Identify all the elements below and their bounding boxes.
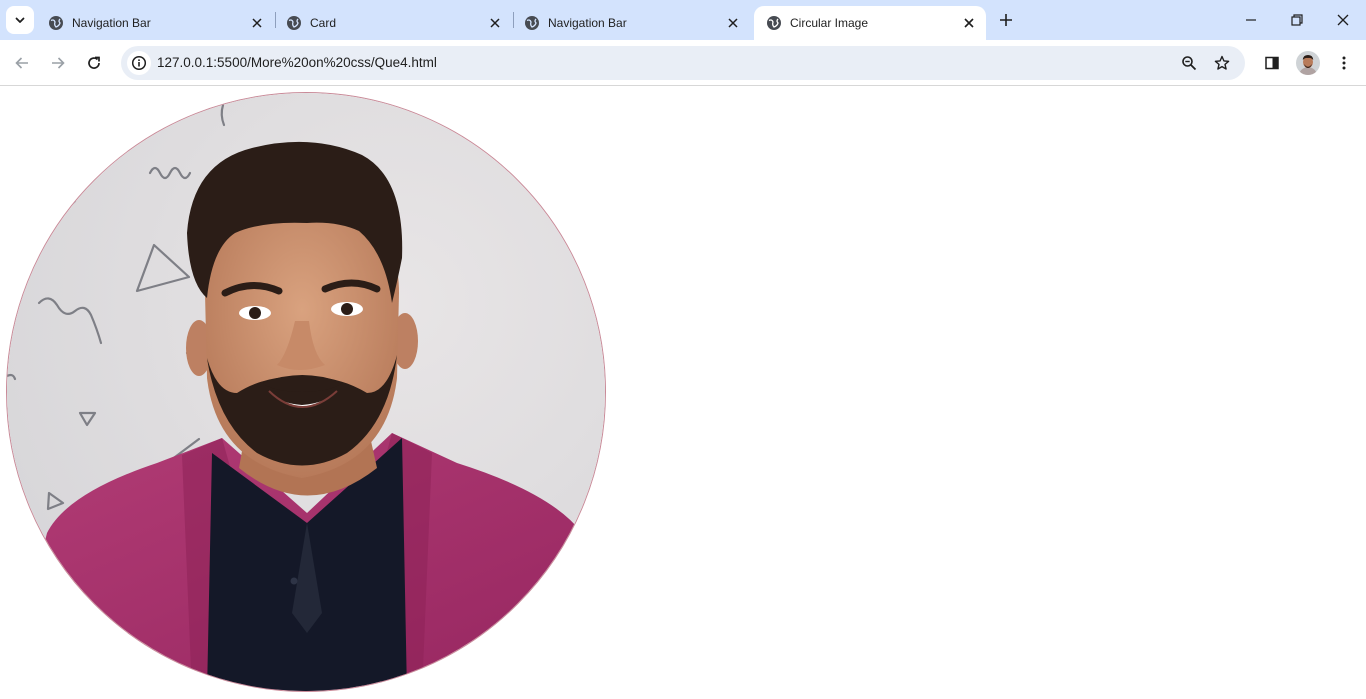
tab-title: Circular Image bbox=[790, 16, 869, 30]
chevron-down-icon bbox=[15, 17, 25, 23]
star-icon bbox=[1214, 55, 1230, 70]
minimize-button[interactable] bbox=[1236, 6, 1266, 34]
menu-button[interactable] bbox=[1330, 49, 1358, 77]
tab-title: Navigation Bar bbox=[72, 16, 151, 30]
globe-icon bbox=[287, 16, 301, 30]
restore-icon bbox=[1291, 14, 1303, 26]
globe-icon bbox=[49, 16, 63, 30]
close-icon[interactable] bbox=[960, 14, 978, 32]
page-viewport bbox=[0, 87, 1366, 699]
circular-profile-image bbox=[6, 92, 606, 692]
minimize-icon bbox=[1246, 19, 1256, 21]
bookmark-button[interactable] bbox=[1210, 51, 1234, 75]
new-tab-button[interactable] bbox=[994, 8, 1018, 32]
globe-icon bbox=[525, 16, 539, 30]
side-panel-icon bbox=[1265, 56, 1279, 70]
url-text[interactable]: 127.0.0.1:5500/More%20on%20css/Que4.html bbox=[157, 55, 437, 70]
portrait-illustration bbox=[7, 93, 605, 691]
tab-navigation-bar-1[interactable]: Navigation Bar bbox=[36, 6, 274, 40]
zoom-out-icon bbox=[1182, 56, 1197, 71]
tab-circular-image[interactable]: Circular Image bbox=[754, 6, 986, 40]
close-icon[interactable] bbox=[724, 14, 742, 32]
reload-icon bbox=[88, 56, 100, 69]
tab-title: Navigation Bar bbox=[548, 16, 627, 30]
close-window-button[interactable] bbox=[1328, 6, 1358, 34]
globe-icon bbox=[767, 16, 781, 30]
reload-button[interactable] bbox=[80, 49, 108, 77]
tab-search-button[interactable] bbox=[6, 6, 34, 34]
forward-button[interactable] bbox=[44, 49, 72, 77]
side-panel-button[interactable] bbox=[1258, 49, 1286, 77]
back-button[interactable] bbox=[8, 49, 36, 77]
close-icon[interactable] bbox=[248, 14, 266, 32]
tab-title: Card bbox=[310, 16, 337, 30]
address-bar[interactable]: 127.0.0.1:5500/More%20on%20css/Que4.html bbox=[121, 46, 1245, 80]
plus-icon bbox=[1000, 14, 1012, 26]
zoom-button[interactable] bbox=[1177, 51, 1201, 75]
tab-navigation-bar-2[interactable]: Navigation Bar bbox=[512, 6, 750, 40]
site-info-button[interactable] bbox=[127, 51, 151, 75]
profile-avatar[interactable] bbox=[1296, 51, 1320, 75]
tab-strip: Navigation Bar Card Navigation Bar Circu… bbox=[0, 0, 1366, 40]
restore-button[interactable] bbox=[1282, 6, 1312, 34]
arrow-left-icon bbox=[15, 57, 28, 69]
close-icon[interactable] bbox=[486, 14, 504, 32]
browser-toolbar: 127.0.0.1:5500/More%20on%20css/Que4.html bbox=[0, 40, 1366, 86]
info-icon bbox=[131, 55, 147, 71]
arrow-right-icon bbox=[52, 57, 65, 69]
tab-card[interactable]: Card bbox=[274, 6, 512, 40]
close-icon bbox=[1337, 14, 1349, 26]
avatar-icon bbox=[1296, 51, 1320, 75]
more-vertical-icon bbox=[1342, 56, 1346, 70]
